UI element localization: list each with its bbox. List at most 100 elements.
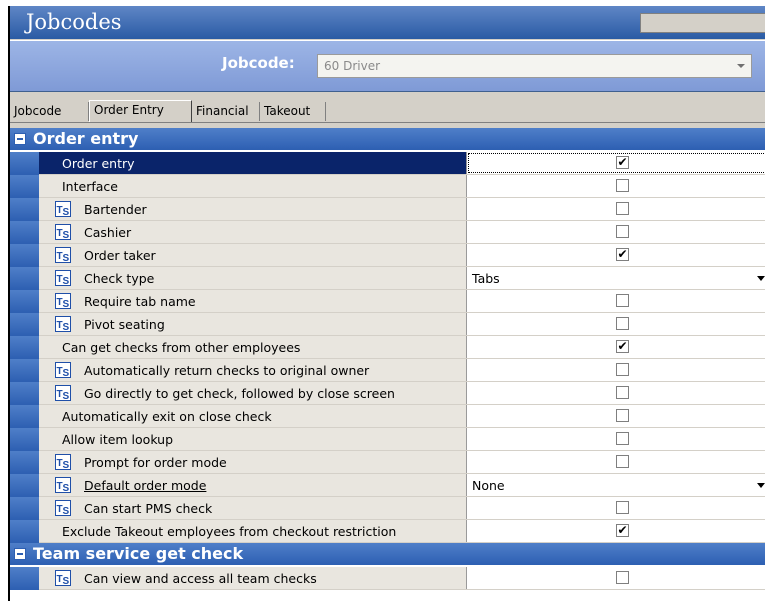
property-name-cell[interactable]: T S Go directly to get check, followed by … — [39, 382, 467, 404]
chevron-down-icon[interactable] — [757, 276, 765, 281]
row-gutter — [10, 451, 39, 474]
tab-takeout[interactable]: Takeout — [260, 102, 326, 121]
property-name-cell[interactable]: T S Pivot seating — [39, 313, 467, 335]
property-label: Cashier — [84, 225, 132, 240]
property-value-cell[interactable]: None — [467, 474, 765, 496]
property-label: Can view and access all team checks — [84, 571, 317, 586]
chevron-down-icon[interactable] — [757, 483, 765, 488]
property-name-cell[interactable]: Interface — [39, 175, 467, 197]
tab-jobcode[interactable]: Jobcode — [10, 102, 89, 121]
property-row[interactable]: T S Default order mode None — [10, 474, 765, 497]
property-row[interactable]: T S Cashier — [10, 221, 765, 244]
property-value-cell[interactable]: ✔ — [467, 520, 765, 542]
property-row[interactable]: Interface — [10, 175, 765, 198]
property-row[interactable]: Exclude Takeout employees from checkout … — [10, 520, 765, 543]
checkbox[interactable]: ✔ — [616, 524, 629, 537]
property-name-cell[interactable]: T S Prompt for order mode — [39, 451, 467, 473]
property-row[interactable]: Automatically exit on close check — [10, 405, 765, 428]
section-header[interactable]: Team service get check — [10, 543, 765, 565]
property-row[interactable]: Order entry ✔ — [10, 152, 765, 175]
checkmark-icon: ✔ — [617, 339, 628, 353]
svg-text:S: S — [63, 207, 70, 217]
property-value-cell[interactable] — [467, 567, 765, 589]
property-value-cell[interactable]: ✔ — [467, 336, 765, 358]
property-row[interactable]: T S Require tab name — [10, 290, 765, 313]
checkbox[interactable] — [616, 363, 629, 376]
checkbox[interactable] — [616, 571, 629, 584]
property-value-cell[interactable]: Tabs — [467, 267, 765, 289]
property-value-cell[interactable]: ✔ — [467, 244, 765, 266]
property-value-cell[interactable] — [467, 359, 765, 381]
property-name-cell[interactable]: T S Bartender — [39, 198, 467, 220]
row-gutter — [10, 152, 39, 175]
collapse-icon[interactable] — [14, 548, 26, 560]
property-row[interactable]: T S Bartender — [10, 198, 765, 221]
checkbox[interactable] — [616, 202, 629, 215]
ts-icon: TS — [55, 362, 71, 379]
property-name-cell[interactable]: Exclude Takeout employees from checkout … — [39, 520, 467, 542]
property-value-cell[interactable] — [467, 428, 765, 450]
checkbox[interactable] — [616, 179, 629, 192]
property-row[interactable]: T S Order taker ✔ — [10, 244, 765, 267]
jobcode-select[interactable]: 60 Driver — [317, 54, 752, 78]
checkbox[interactable] — [616, 432, 629, 445]
property-name-cell[interactable]: T S Can start PMS check — [39, 497, 467, 519]
property-label: Prompt for order mode — [84, 455, 227, 470]
property-row[interactable]: T S Automatically return checks to origina… — [10, 359, 765, 382]
property-row[interactable]: T S Go directly to get check, followed by … — [10, 382, 765, 405]
ts-icon: TS — [55, 247, 71, 264]
collapse-icon[interactable] — [14, 133, 26, 145]
property-row[interactable]: T S Can start PMS check — [10, 497, 765, 520]
checkbox[interactable] — [616, 386, 629, 399]
property-value-cell[interactable] — [467, 451, 765, 473]
chevron-down-icon[interactable] — [737, 64, 745, 68]
checkbox[interactable] — [616, 294, 629, 307]
property-row[interactable]: T S Check type Tabs — [10, 267, 765, 290]
checkbox[interactable]: ✔ — [616, 340, 629, 353]
tab-order-entry[interactable]: Order Entry — [89, 100, 192, 122]
property-value-cell[interactable] — [467, 221, 765, 243]
checkbox[interactable] — [616, 409, 629, 422]
property-label: Automatically return checks to original … — [84, 363, 370, 378]
property-value-cell[interactable] — [467, 175, 765, 197]
property-row[interactable]: T S Pivot seating — [10, 313, 765, 336]
section-header[interactable]: Order entry — [10, 128, 765, 150]
svg-text:S: S — [63, 460, 70, 470]
property-name-cell[interactable]: Allow item lookup — [39, 428, 467, 450]
property-value-cell[interactable] — [467, 382, 765, 404]
svg-text:S: S — [63, 368, 70, 378]
jobcode-label: Jobcode: — [222, 54, 295, 72]
ts-icon: TS — [55, 500, 71, 517]
property-name-cell[interactable]: Automatically exit on close check — [39, 405, 467, 427]
checkbox[interactable] — [616, 455, 629, 468]
checkbox[interactable] — [616, 317, 629, 330]
property-value-cell[interactable] — [467, 198, 765, 220]
checkbox[interactable] — [616, 501, 629, 514]
property-name-cell[interactable]: T S Require tab name — [39, 290, 467, 312]
property-row[interactable]: T S Prompt for order mode — [10, 451, 765, 474]
property-name-cell[interactable]: T S Can view and access all team checks — [39, 567, 467, 589]
checkbox[interactable] — [616, 225, 629, 238]
property-name-cell[interactable]: Can get checks from other employees — [39, 336, 467, 358]
property-name-cell[interactable]: T S Automatically return checks to origina… — [39, 359, 467, 381]
property-row[interactable]: Can get checks from other employees ✔ — [10, 336, 765, 359]
checkbox[interactable]: ✔ — [616, 248, 629, 261]
checkmark-icon: ✔ — [617, 155, 628, 169]
property-name-cell[interactable]: T S Default order mode — [39, 474, 467, 496]
row-gutter — [10, 267, 39, 290]
property-value-cell[interactable] — [467, 497, 765, 519]
property-name-cell[interactable]: T S Order taker — [39, 244, 467, 266]
svg-text:S: S — [63, 230, 70, 240]
property-row[interactable]: Allow item lookup — [10, 428, 765, 451]
property-value-cell[interactable] — [467, 290, 765, 312]
property-name-cell[interactable]: T S Check type — [39, 267, 467, 289]
tab-financial[interactable]: Financial — [192, 102, 260, 121]
property-value-cell[interactable] — [467, 313, 765, 335]
property-row[interactable]: T S Can view and access all team checks — [10, 567, 765, 590]
checkbox[interactable]: ✔ — [616, 156, 629, 169]
property-value-cell[interactable] — [467, 405, 765, 427]
property-value-cell[interactable]: ✔ — [467, 152, 765, 174]
ts-icon: TS — [55, 201, 71, 218]
property-name-cell[interactable]: Order entry — [39, 152, 467, 174]
property-name-cell[interactable]: T S Cashier — [39, 221, 467, 243]
